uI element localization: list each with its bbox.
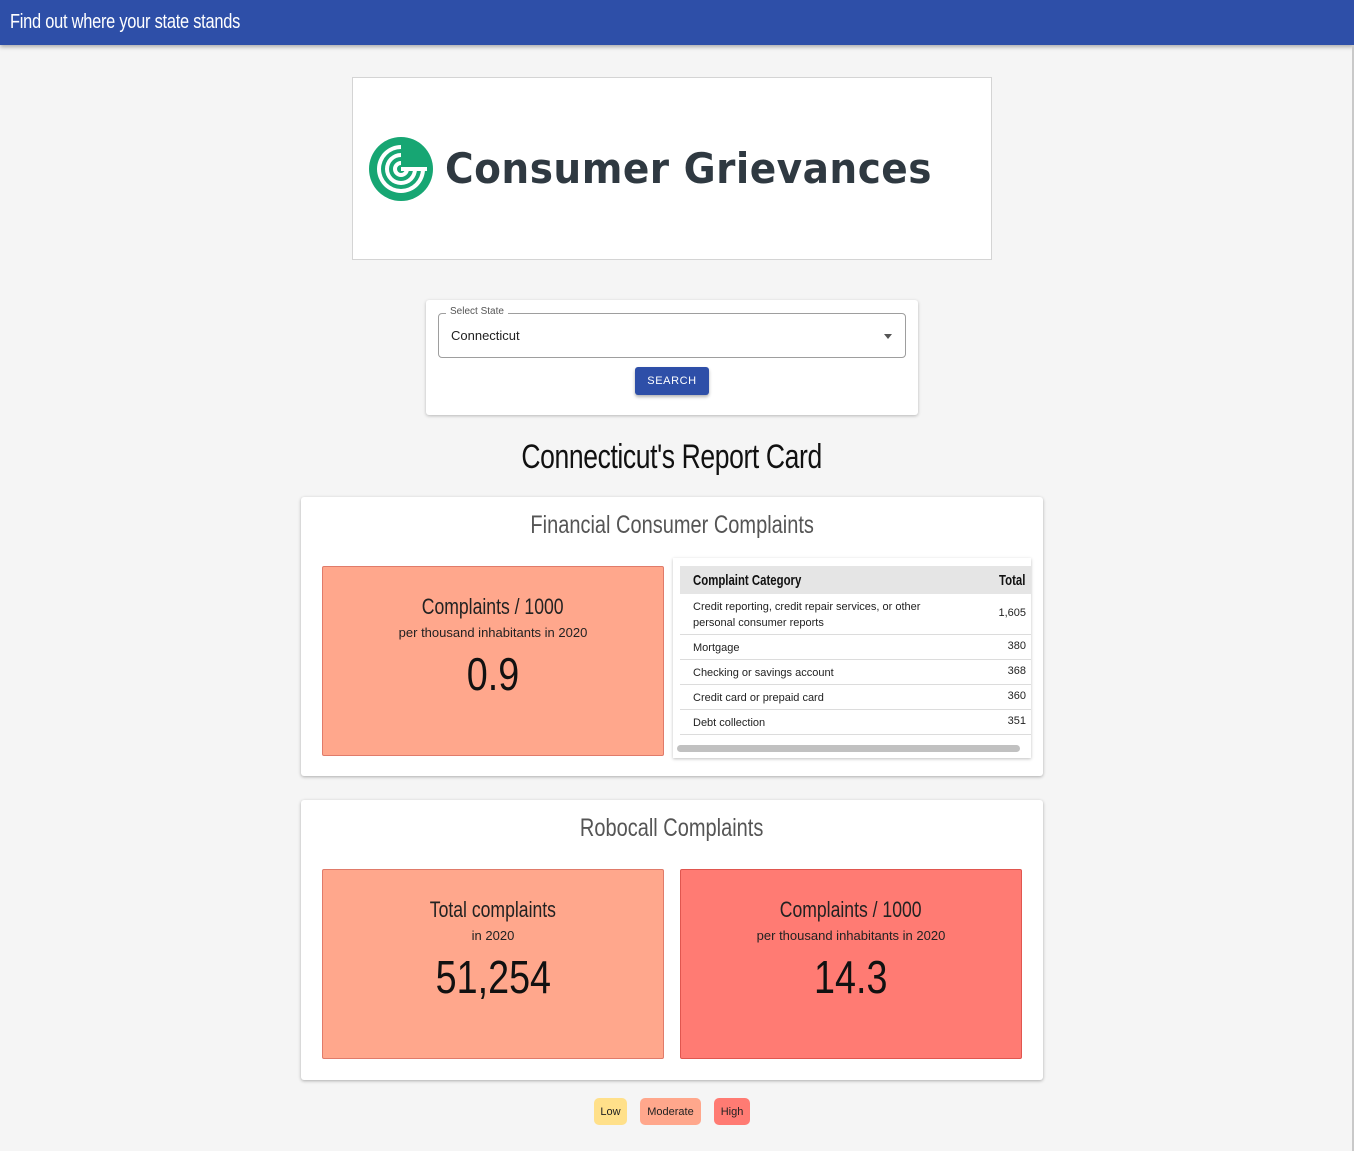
table-cell-total: 360: [1007, 690, 1026, 702]
column-header-total[interactable]: Total: [999, 572, 1031, 589]
stat-value: 0.9: [323, 647, 663, 701]
table-cell-total: 368: [1007, 665, 1026, 677]
robocall-per-thousand-card: Complaints / 1000 per thousand inhabitan…: [680, 869, 1022, 1059]
stat-heading: Total complaints: [323, 897, 663, 923]
stat-subtitle: per thousand inhabitants in 2020: [756, 928, 946, 943]
stat-value-text: 51,254: [435, 951, 551, 1003]
table-cell-total: 380: [1007, 640, 1026, 652]
financial-section-title: Financial Consumer Complaints: [301, 511, 1043, 540]
table-row: Credit card or prepaid card 360: [680, 685, 1031, 710]
stat-value-text: 0.9: [466, 648, 520, 700]
legend-moderate: Moderate: [640, 1098, 701, 1125]
financial-complaints-section: Financial Consumer Complaints Complaints…: [301, 497, 1043, 776]
report-card-title: Connecticut's Report Card: [0, 438, 1344, 477]
table-row: Checking or savings account 368: [680, 660, 1031, 685]
logo-wordmark: Consumer Grievances: [445, 144, 933, 193]
logo-banner: Consumer Grievances: [352, 77, 992, 260]
state-select-label: Select State: [446, 306, 508, 317]
table-horizontal-scrollbar[interactable]: [677, 745, 1020, 752]
report-card-title-text: Connecticut's Report Card: [521, 438, 823, 476]
search-button[interactable]: SEARCH: [635, 367, 709, 395]
stat-heading-text: Total complaints: [429, 897, 557, 922]
legend-low: Low: [594, 1098, 627, 1125]
stat-value: 51,254: [323, 950, 663, 1004]
stat-heading: Complaints / 1000: [323, 594, 663, 620]
table-cell-category: Debt collection: [693, 717, 766, 729]
stat-value: 14.3: [681, 950, 1021, 1004]
financial-section-title-text: Financial Consumer Complaints: [530, 511, 814, 539]
logo: Consumer Grievances: [367, 135, 969, 203]
financial-per-thousand-card: Complaints / 1000 per thousand inhabitan…: [322, 566, 664, 756]
table-row: Mortgage 380: [680, 635, 1031, 660]
app-title: Find out where your state stands: [10, 11, 241, 33]
stat-heading: Complaints / 1000: [681, 897, 1021, 923]
complaint-category-table[interactable]: Complaint Category Total Credit reportin…: [673, 558, 1031, 758]
state-select[interactable]: Select State Connecticut: [438, 306, 906, 358]
app-bar: Find out where your state stands: [0, 0, 1354, 45]
column-header-category[interactable]: Complaint Category: [693, 572, 836, 589]
table-cell-total: 1,605: [998, 607, 1026, 619]
stat-heading-text: Complaints / 1000: [422, 594, 564, 619]
stat-heading-text: Complaints / 1000: [780, 897, 922, 922]
table-header-row: Complaint Category Total: [680, 566, 1031, 594]
table-cell-category: Credit reporting, credit repair services…: [693, 601, 921, 629]
legend-high: High: [714, 1098, 750, 1125]
robocall-total-card: Total complaints in 2020 51,254: [322, 869, 664, 1059]
table-cell-category: Credit card or prepaid card: [693, 692, 824, 704]
state-select-value: Connecticut: [451, 328, 520, 343]
table-cell-total: 351: [1007, 715, 1026, 727]
table-row: Credit reporting, credit repair services…: [680, 594, 1031, 635]
stat-subtitle: per thousand inhabitants in 2020: [398, 625, 588, 640]
state-search-card: Select State Connecticut SEARCH: [426, 300, 918, 415]
robocall-section-title-text: Robocall Complaints: [580, 814, 764, 842]
table-row: Debt collection 351: [680, 710, 1031, 735]
stat-subtitle: in 2020: [471, 928, 515, 943]
table-cell-category: Checking or savings account: [693, 667, 834, 679]
table-cell-category: Mortgage: [693, 642, 740, 654]
dropdown-caret-icon[interactable]: [884, 334, 892, 339]
column-header-category-text: Complaint Category: [693, 571, 802, 589]
robocall-section-title: Robocall Complaints: [301, 814, 1043, 843]
stat-value-text: 14.3: [814, 951, 888, 1003]
robocall-complaints-section: Robocall Complaints Total complaints in …: [301, 800, 1043, 1080]
column-header-total-text: Total: [999, 571, 1026, 589]
consumer-grievances-logo-icon: [369, 136, 434, 201]
